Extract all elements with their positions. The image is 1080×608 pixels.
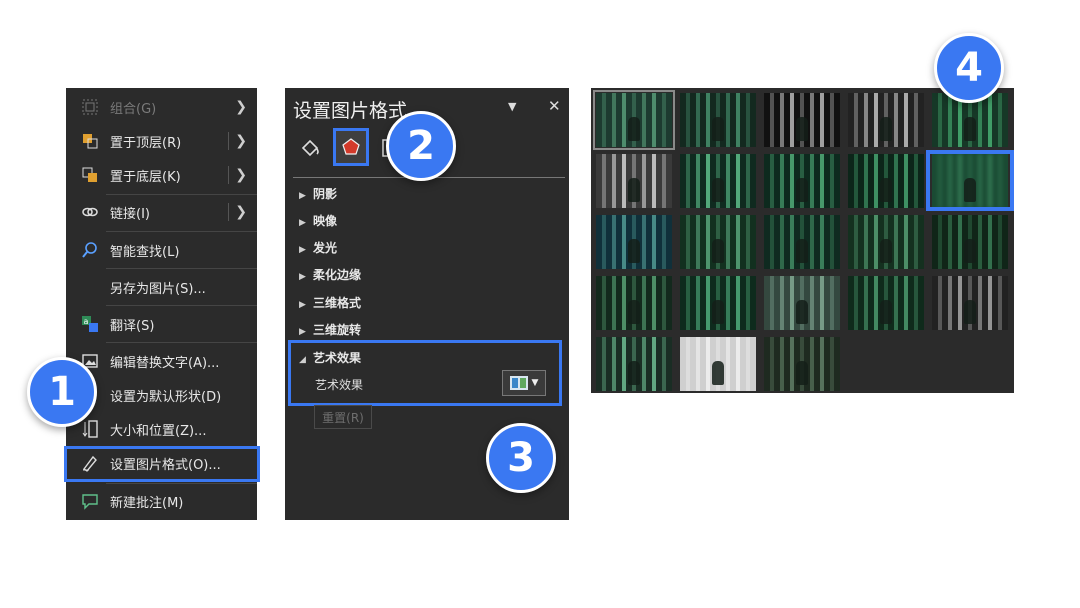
svg-text:a: a — [84, 317, 89, 326]
paint-bucket-icon — [301, 139, 319, 157]
artistic-effect-thumbnail[interactable] — [680, 337, 756, 391]
menu-item-label: 链接(I) — [110, 206, 150, 222]
section-label: 阴影 — [313, 187, 338, 201]
new-comment-icon — [80, 491, 100, 511]
artistic-effect-thumbnail[interactable] — [680, 276, 756, 330]
artistic-effect-thumbnail[interactable] — [596, 154, 672, 208]
link-icon — [80, 202, 100, 222]
menu-item-label: 另存为图片(S)... — [110, 281, 206, 297]
send-to-back-icon — [80, 165, 100, 185]
menu-item-label: 翻译(S) — [110, 318, 155, 334]
menu-item-translate[interactable]: a 翻译(S) — [66, 307, 257, 341]
step-badge-2: 2 — [386, 111, 456, 181]
pane-title: 设置图片格式 — [293, 100, 408, 122]
artistic-effect-thumbnail[interactable] — [764, 93, 840, 147]
chevron-right-icon[interactable]: ❯ — [235, 133, 247, 149]
artistic-effect-thumbnail[interactable] — [848, 215, 924, 269]
submenu-divider — [228, 166, 229, 184]
artistic-effect-thumbnail[interactable] — [764, 337, 840, 391]
menu-item-edit-alt-text[interactable]: 编辑替换文字(A)... — [66, 344, 257, 378]
artistic-effect-thumbnail[interactable] — [680, 93, 756, 147]
menu-item-label: 智能查找(L) — [110, 244, 180, 260]
close-icon[interactable]: ✕ — [548, 97, 561, 115]
artistic-effect-thumbnail[interactable] — [596, 276, 672, 330]
menu-item-label: 置于底层(K) — [110, 169, 181, 185]
submenu-divider — [228, 203, 229, 221]
menu-divider — [106, 305, 257, 306]
expand-arrow-icon: ▶ — [299, 327, 306, 337]
artistic-effect-thumbnail[interactable] — [848, 154, 924, 208]
step-badge-3: 3 — [486, 423, 556, 493]
reset-button[interactable]: 重置(R) — [314, 405, 372, 429]
chevron-right-icon[interactable]: ❯ — [235, 204, 247, 220]
section-3d-format[interactable]: ▶ 三维格式 — [299, 294, 361, 311]
artistic-effect-thumbnail[interactable] — [848, 276, 924, 330]
gallery-selection-highlight — [926, 150, 1014, 211]
menu-item-send-to-back[interactable]: 置于底层(K) ❯ — [66, 158, 257, 192]
menu-item-save-as-picture[interactable]: 另存为图片(S)... — [66, 270, 257, 304]
artistic-effects-gallery — [591, 88, 1014, 393]
menu-item-new-comment[interactable]: 新建批注(M) — [66, 484, 257, 518]
menu-divider — [106, 342, 257, 343]
expand-arrow-icon: ▶ — [299, 218, 306, 228]
menu-item-bring-to-front[interactable]: 置于顶层(R) ❯ — [66, 124, 257, 158]
step-badge-1: 1 — [27, 357, 97, 427]
artistic-effect-thumbnail[interactable] — [680, 215, 756, 269]
smart-lookup-icon — [80, 240, 100, 260]
pane-options-dropdown[interactable]: ▼ — [508, 100, 516, 113]
menu-item-link[interactable]: 链接(I) ❯ — [66, 195, 257, 229]
artistic-effect-thumbnail[interactable] — [596, 215, 672, 269]
menu-item-label: 大小和位置(Z)... — [110, 423, 207, 439]
menu-item-smart-lookup[interactable]: 智能查找(L) — [66, 233, 257, 267]
section-label: 发光 — [313, 241, 338, 255]
artistic-effect-thumbnail[interactable] — [764, 276, 840, 330]
section-3d-rotation[interactable]: ▶ 三维旋转 — [299, 321, 361, 338]
translate-icon: a — [80, 314, 100, 334]
artistic-effect-thumbnail[interactable] — [764, 154, 840, 208]
section-label: 柔化边缘 — [313, 268, 362, 282]
menu-item-size-position[interactable]: 大小和位置(Z)... — [66, 412, 257, 446]
artistic-effect-thumbnail[interactable] — [596, 337, 672, 391]
format-picture-highlight — [64, 446, 260, 482]
menu-item-label: 编辑替换文字(A)... — [110, 355, 220, 371]
pentagon-effects-icon — [342, 138, 360, 155]
menu-divider — [106, 231, 257, 232]
menu-divider — [106, 268, 257, 269]
bring-to-front-icon — [80, 131, 100, 151]
expand-arrow-icon: ▶ — [299, 272, 306, 282]
section-label: 三维旋转 — [313, 323, 362, 337]
artistic-effect-thumbnail[interactable] — [848, 93, 924, 147]
group-icon — [80, 97, 100, 117]
section-label: 三维格式 — [313, 296, 362, 310]
menu-item-label: 组合(G) — [110, 101, 157, 117]
menu-item-label: 新建批注(M) — [110, 495, 184, 511]
artistic-effect-thumbnail[interactable] — [932, 276, 1008, 330]
section-label: 映像 — [313, 214, 338, 228]
submenu-divider — [228, 132, 229, 150]
section-reflection[interactable]: ▶ 映像 — [299, 212, 337, 229]
section-glow[interactable]: ▶ 发光 — [299, 239, 337, 256]
artistic-effects-highlight — [288, 340, 562, 406]
chevron-right-icon[interactable]: ❯ — [235, 167, 247, 183]
expand-arrow-icon: ▶ — [299, 191, 306, 201]
section-shadow[interactable]: ▶ 阴影 — [299, 185, 337, 202]
step-badge-4: 4 — [934, 33, 1004, 103]
artistic-effect-thumbnail[interactable] — [764, 215, 840, 269]
artistic-effect-thumbnail[interactable] — [932, 215, 1008, 269]
chevron-right-icon: ❯ — [235, 99, 247, 115]
menu-item-group[interactable]: 组合(G) ❯ — [66, 90, 257, 124]
effects-tab[interactable] — [333, 128, 369, 166]
size-position-icon — [80, 419, 100, 439]
expand-arrow-icon: ▶ — [299, 300, 306, 310]
expand-arrow-icon: ▶ — [299, 245, 306, 255]
artistic-effect-thumbnail[interactable] — [680, 154, 756, 208]
menu-item-label: 置于顶层(R) — [110, 135, 182, 151]
artistic-effect-thumbnail[interactable] — [593, 90, 675, 150]
fill-line-tab[interactable] — [295, 132, 325, 164]
section-soft-edges[interactable]: ▶ 柔化边缘 — [299, 266, 361, 283]
menu-item-label: 设置为默认形状(D) — [110, 389, 222, 405]
